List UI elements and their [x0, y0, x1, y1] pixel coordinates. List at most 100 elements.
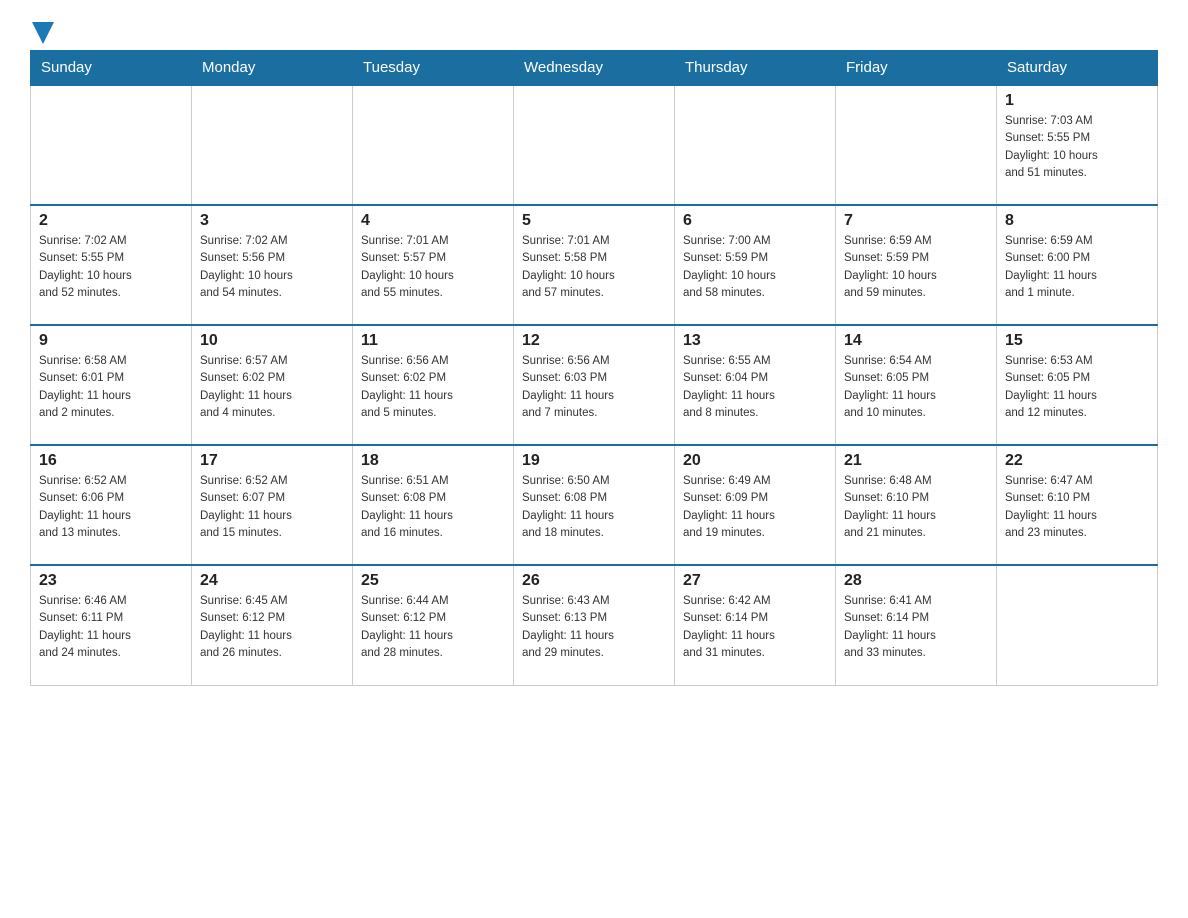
day-info: Sunrise: 6:57 AMSunset: 6:02 PMDaylight:…	[200, 353, 344, 422]
calendar-cell: 8 Sunrise: 6:59 AMSunset: 6:00 PMDaylight…	[997, 205, 1158, 325]
calendar-cell	[675, 85, 836, 205]
week-row: 16 Sunrise: 6:52 AMSunset: 6:06 PMDayligh…	[31, 445, 1158, 565]
calendar-cell: 2 Sunrise: 7:02 AMSunset: 5:55 PMDaylight…	[31, 205, 192, 325]
day-number: 25	[361, 572, 505, 590]
day-number: 12	[522, 332, 666, 350]
calendar-cell: 12 Sunrise: 6:56 AMSunset: 6:03 PMDayligh…	[514, 325, 675, 445]
day-number: 18	[361, 452, 505, 470]
calendar-table: SundayMondayTuesdayWednesdayThursdayFrid…	[30, 50, 1158, 686]
calendar-cell: 22 Sunrise: 6:47 AMSunset: 6:10 PMDayligh…	[997, 445, 1158, 565]
calendar-cell: 23 Sunrise: 6:46 AMSunset: 6:11 PMDayligh…	[31, 565, 192, 685]
day-info: Sunrise: 6:56 AMSunset: 6:02 PMDaylight:…	[361, 353, 505, 422]
day-number: 2	[39, 212, 183, 230]
calendar-cell: 28 Sunrise: 6:41 AMSunset: 6:14 PMDayligh…	[836, 565, 997, 685]
day-number: 1	[1005, 92, 1149, 110]
calendar-cell: 24Sunrise: 6:45 AMSunset: 6:12 PMDayligh…	[192, 565, 353, 685]
day-number: 5	[522, 212, 666, 230]
logo-triangle-icon	[32, 22, 54, 44]
calendar-cell: 5Sunrise: 7:01 AMSunset: 5:58 PMDaylight…	[514, 205, 675, 325]
calendar-cell: 13 Sunrise: 6:55 AMSunset: 6:04 PMDayligh…	[675, 325, 836, 445]
calendar-header-row: SundayMondayTuesdayWednesdayThursdayFrid…	[31, 51, 1158, 86]
day-of-week-header: Thursday	[675, 51, 836, 86]
day-number: 7	[844, 212, 988, 230]
week-row: 23 Sunrise: 6:46 AMSunset: 6:11 PMDayligh…	[31, 565, 1158, 685]
day-info: Sunrise: 7:02 AMSunset: 5:55 PMDaylight:…	[39, 233, 183, 302]
calendar-cell: 7 Sunrise: 6:59 AMSunset: 5:59 PMDaylight…	[836, 205, 997, 325]
day-number: 15	[1005, 332, 1149, 350]
week-row: 2 Sunrise: 7:02 AMSunset: 5:55 PMDaylight…	[31, 205, 1158, 325]
day-number: 23	[39, 572, 183, 590]
day-info: Sunrise: 6:58 AMSunset: 6:01 PMDaylight:…	[39, 353, 183, 422]
day-info: Sunrise: 6:42 AMSunset: 6:14 PMDaylight:…	[683, 593, 827, 662]
calendar-cell	[31, 85, 192, 205]
calendar-cell: 15 Sunrise: 6:53 AMSunset: 6:05 PMDayligh…	[997, 325, 1158, 445]
day-info: Sunrise: 6:59 AMSunset: 5:59 PMDaylight:…	[844, 233, 988, 302]
calendar-cell: 17 Sunrise: 6:52 AMSunset: 6:07 PMDayligh…	[192, 445, 353, 565]
day-number: 13	[683, 332, 827, 350]
calendar-cell: 20 Sunrise: 6:49 AMSunset: 6:09 PMDayligh…	[675, 445, 836, 565]
calendar-cell: 9 Sunrise: 6:58 AMSunset: 6:01 PMDaylight…	[31, 325, 192, 445]
calendar-cell: 4 Sunrise: 7:01 AMSunset: 5:57 PMDaylight…	[353, 205, 514, 325]
day-info: Sunrise: 7:01 AMSunset: 5:57 PMDaylight:…	[361, 233, 505, 302]
calendar-cell: 11Sunrise: 6:56 AMSunset: 6:02 PMDayligh…	[353, 325, 514, 445]
day-number: 9	[39, 332, 183, 350]
day-number: 6	[683, 212, 827, 230]
day-info: Sunrise: 6:48 AMSunset: 6:10 PMDaylight:…	[844, 473, 988, 542]
day-info: Sunrise: 6:56 AMSunset: 6:03 PMDaylight:…	[522, 353, 666, 422]
day-info: Sunrise: 6:52 AMSunset: 6:07 PMDaylight:…	[200, 473, 344, 542]
calendar-cell	[192, 85, 353, 205]
day-info: Sunrise: 6:49 AMSunset: 6:09 PMDaylight:…	[683, 473, 827, 542]
day-info: Sunrise: 7:02 AMSunset: 5:56 PMDaylight:…	[200, 233, 344, 302]
page-header	[30, 20, 1158, 40]
week-row: 1 Sunrise: 7:03 AMSunset: 5:55 PMDaylight…	[31, 85, 1158, 205]
calendar-cell: 18 Sunrise: 6:51 AMSunset: 6:08 PMDayligh…	[353, 445, 514, 565]
day-info: Sunrise: 6:47 AMSunset: 6:10 PMDaylight:…	[1005, 473, 1149, 542]
day-info: Sunrise: 6:44 AMSunset: 6:12 PMDaylight:…	[361, 593, 505, 662]
calendar-cell: 6 Sunrise: 7:00 AMSunset: 5:59 PMDaylight…	[675, 205, 836, 325]
calendar-cell: 21 Sunrise: 6:48 AMSunset: 6:10 PMDayligh…	[836, 445, 997, 565]
day-info: Sunrise: 6:53 AMSunset: 6:05 PMDaylight:…	[1005, 353, 1149, 422]
day-info: Sunrise: 6:43 AMSunset: 6:13 PMDaylight:…	[522, 593, 666, 662]
day-number: 22	[1005, 452, 1149, 470]
calendar-cell	[514, 85, 675, 205]
day-of-week-header: Wednesday	[514, 51, 675, 86]
day-info: Sunrise: 6:54 AMSunset: 6:05 PMDaylight:…	[844, 353, 988, 422]
day-number: 26	[522, 572, 666, 590]
calendar-cell: 16 Sunrise: 6:52 AMSunset: 6:06 PMDayligh…	[31, 445, 192, 565]
day-info: Sunrise: 6:52 AMSunset: 6:06 PMDaylight:…	[39, 473, 183, 542]
week-row: 9 Sunrise: 6:58 AMSunset: 6:01 PMDaylight…	[31, 325, 1158, 445]
day-info: Sunrise: 7:03 AMSunset: 5:55 PMDaylight:…	[1005, 113, 1149, 182]
calendar-cell: 27 Sunrise: 6:42 AMSunset: 6:14 PMDayligh…	[675, 565, 836, 685]
day-info: Sunrise: 6:50 AMSunset: 6:08 PMDaylight:…	[522, 473, 666, 542]
day-of-week-header: Saturday	[997, 51, 1158, 86]
day-of-week-header: Sunday	[31, 51, 192, 86]
day-number: 17	[200, 452, 344, 470]
day-number: 4	[361, 212, 505, 230]
day-info: Sunrise: 6:41 AMSunset: 6:14 PMDaylight:…	[844, 593, 988, 662]
calendar-cell: 1 Sunrise: 7:03 AMSunset: 5:55 PMDaylight…	[997, 85, 1158, 205]
day-number: 19	[522, 452, 666, 470]
calendar-cell	[997, 565, 1158, 685]
day-number: 27	[683, 572, 827, 590]
day-info: Sunrise: 7:00 AMSunset: 5:59 PMDaylight:…	[683, 233, 827, 302]
day-of-week-header: Monday	[192, 51, 353, 86]
calendar-cell: 14 Sunrise: 6:54 AMSunset: 6:05 PMDayligh…	[836, 325, 997, 445]
day-info: Sunrise: 6:55 AMSunset: 6:04 PMDaylight:…	[683, 353, 827, 422]
day-number: 21	[844, 452, 988, 470]
calendar-cell: 26 Sunrise: 6:43 AMSunset: 6:13 PMDayligh…	[514, 565, 675, 685]
calendar-cell: 3Sunrise: 7:02 AMSunset: 5:56 PMDaylight…	[192, 205, 353, 325]
calendar-cell: 25 Sunrise: 6:44 AMSunset: 6:12 PMDayligh…	[353, 565, 514, 685]
day-info: Sunrise: 6:46 AMSunset: 6:11 PMDaylight:…	[39, 593, 183, 662]
day-of-week-header: Friday	[836, 51, 997, 86]
day-number: 28	[844, 572, 988, 590]
day-number: 20	[683, 452, 827, 470]
day-info: Sunrise: 6:51 AMSunset: 6:08 PMDaylight:…	[361, 473, 505, 542]
day-info: Sunrise: 6:45 AMSunset: 6:12 PMDaylight:…	[200, 593, 344, 662]
day-number: 8	[1005, 212, 1149, 230]
day-number: 14	[844, 332, 988, 350]
day-info: Sunrise: 6:59 AMSunset: 6:00 PMDaylight:…	[1005, 233, 1149, 302]
calendar-cell	[836, 85, 997, 205]
calendar-cell: 10Sunrise: 6:57 AMSunset: 6:02 PMDayligh…	[192, 325, 353, 445]
day-of-week-header: Tuesday	[353, 51, 514, 86]
day-number: 16	[39, 452, 183, 470]
